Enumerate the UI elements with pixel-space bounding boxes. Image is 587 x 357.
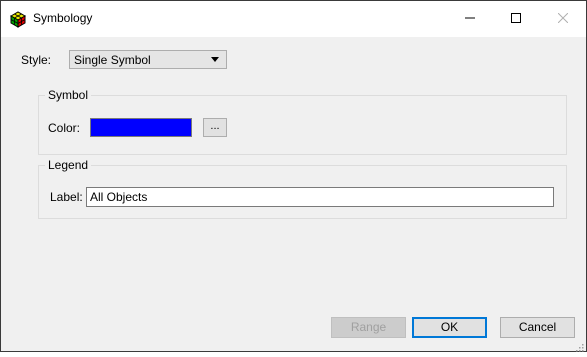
- style-dropdown[interactable]: Single Symbol: [69, 50, 227, 69]
- ok-button[interactable]: OK: [412, 317, 487, 338]
- title-bar[interactable]: Symbology: [1, 1, 586, 37]
- close-icon: [557, 10, 569, 28]
- color-browse-button[interactable]: ...: [203, 118, 227, 137]
- close-button[interactable]: [540, 1, 586, 37]
- style-label: Style:: [21, 53, 52, 67]
- minimize-button[interactable]: [447, 1, 493, 37]
- chevron-down-icon: [211, 57, 219, 62]
- maximize-icon: [511, 10, 521, 28]
- legend-label-input[interactable]: [86, 187, 554, 207]
- symbology-dialog: Symbology Style: Single Symbol Symbol Co…: [0, 0, 587, 352]
- symbol-group: Symbol Color: ...: [38, 88, 567, 155]
- color-swatch[interactable]: [90, 118, 192, 137]
- cancel-button[interactable]: Cancel: [500, 317, 575, 338]
- window-title: Symbology: [33, 11, 93, 25]
- style-dropdown-value: Single Symbol: [74, 53, 151, 67]
- app-icon: [9, 10, 27, 28]
- resize-grip-icon[interactable]: [574, 339, 584, 352]
- maximize-button[interactable]: [493, 1, 539, 37]
- dialog-content: Style: Single Symbol Symbol Color: ... L…: [1, 37, 586, 352]
- range-button[interactable]: Range: [331, 317, 406, 338]
- minimize-icon: [465, 10, 475, 28]
- color-label: Color:: [48, 121, 81, 135]
- legend-group: Legend Label:: [38, 158, 567, 219]
- symbol-group-title: Symbol: [45, 88, 92, 102]
- legend-group-title: Legend: [45, 158, 92, 172]
- legend-label-label: Label:: [50, 190, 83, 204]
